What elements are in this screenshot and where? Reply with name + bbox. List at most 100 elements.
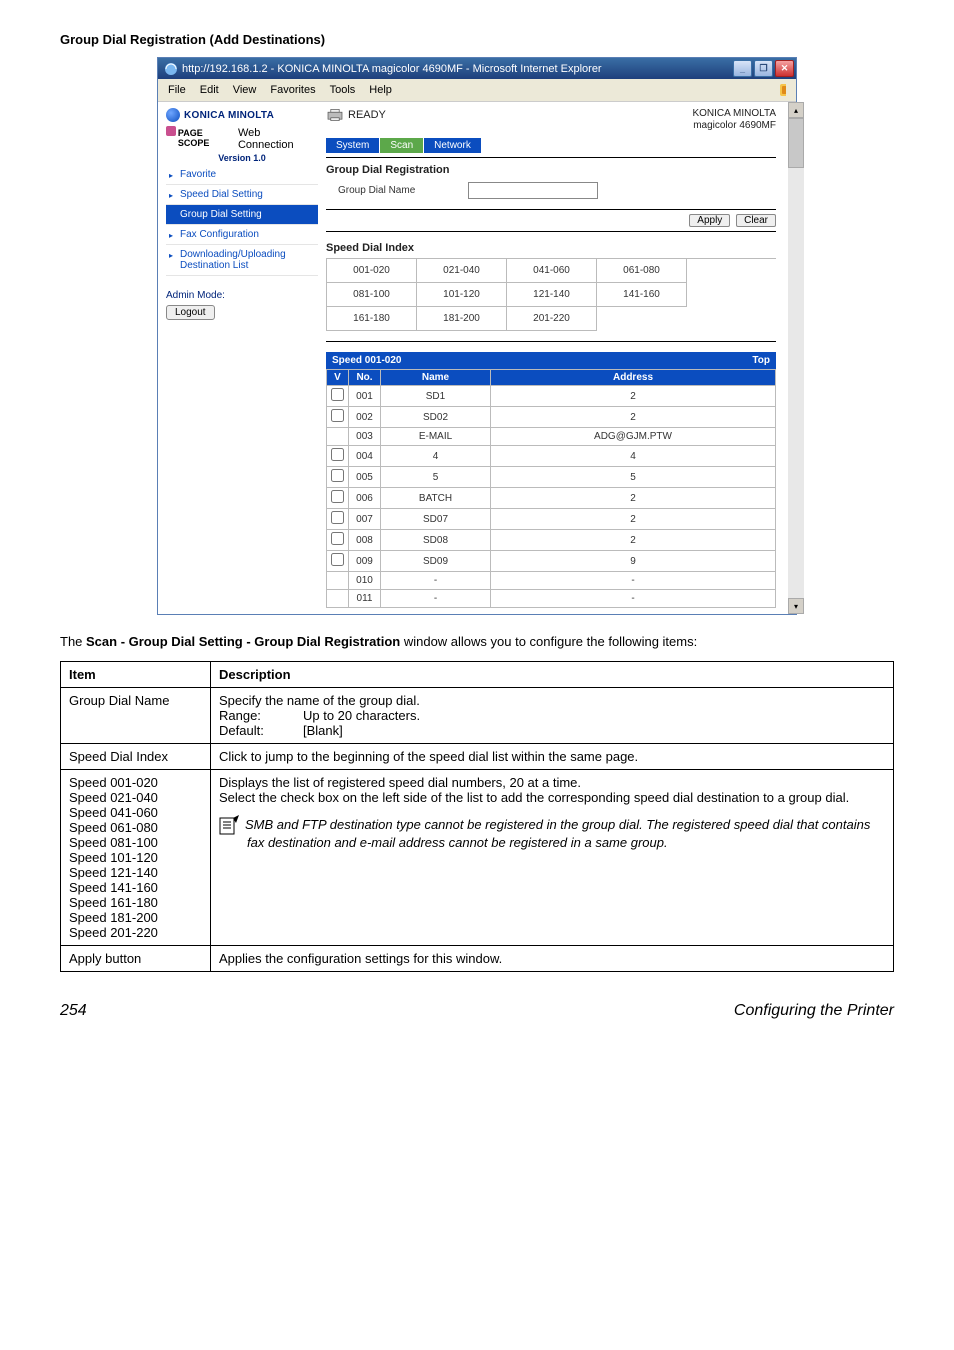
row-checkbox-cell bbox=[327, 509, 349, 530]
index-001-020[interactable]: 001-020 bbox=[327, 259, 417, 283]
desc-val-4: Applies the configuration settings for t… bbox=[211, 945, 894, 971]
nav-speed-dial-setting[interactable]: ▸Speed Dial Setting bbox=[166, 185, 318, 205]
menu-tools[interactable]: Tools bbox=[324, 83, 362, 97]
menu-file[interactable]: File bbox=[162, 83, 192, 97]
index-061-080[interactable]: 061-080 bbox=[597, 259, 687, 283]
group-dial-name-input[interactable] bbox=[468, 182, 598, 199]
tab-scan[interactable]: Scan bbox=[380, 138, 424, 153]
row-address: 4 bbox=[491, 446, 776, 467]
col-no: No. bbox=[349, 370, 381, 386]
row-name: BATCH bbox=[381, 488, 491, 509]
index-041-060[interactable]: 041-060 bbox=[507, 259, 597, 283]
row-no: 010 bbox=[349, 572, 381, 590]
row-name: SD1 bbox=[381, 386, 491, 407]
index-141-160[interactable]: 141-160 bbox=[597, 283, 687, 307]
menu-view[interactable]: View bbox=[227, 83, 263, 97]
row-name: E-MAIL bbox=[381, 428, 491, 446]
ie-title-text: http://192.168.1.2 - KONICA MINOLTA magi… bbox=[182, 63, 602, 75]
right-content-pane: ▴ ▾ READY KONICA MINOLTA magicolor 4690M… bbox=[320, 102, 804, 614]
page-number: 254 bbox=[60, 1002, 87, 1020]
table-row: 003E-MAILADG@GJM.PTW bbox=[327, 428, 776, 446]
r3-note: SMB and FTP destination type cannot be r… bbox=[245, 817, 870, 850]
tab-bar: System Scan Network bbox=[326, 138, 776, 153]
speed-range-item: Speed 041-060 bbox=[69, 805, 202, 820]
row-checkbox[interactable] bbox=[331, 469, 344, 482]
r1-range-v: Up to 20 characters. bbox=[303, 708, 420, 723]
nav-group-dial-setting[interactable]: Group Dial Setting bbox=[166, 205, 318, 225]
index-081-100[interactable]: 081-100 bbox=[327, 283, 417, 307]
desc-row-speed-dial-index: Speed Dial Index Click to jump to the be… bbox=[61, 743, 894, 769]
nav-group-dial-label: Group Dial Setting bbox=[180, 209, 262, 220]
nav-fax-configuration[interactable]: ▸Fax Configuration bbox=[166, 225, 318, 245]
row-checkbox-cell bbox=[327, 446, 349, 467]
menu-favorites[interactable]: Favorites bbox=[264, 83, 321, 97]
scroll-up-button[interactable]: ▴ bbox=[788, 102, 804, 118]
speed-dial-table: V No. Name Address 001SD12002SD022003E-M… bbox=[326, 369, 776, 608]
index-161-180[interactable]: 161-180 bbox=[327, 307, 417, 331]
row-no: 004 bbox=[349, 446, 381, 467]
page-footer: 254 Configuring the Printer bbox=[60, 998, 894, 1020]
row-checkbox-cell bbox=[327, 488, 349, 509]
col-v: V bbox=[327, 370, 349, 386]
speed-range-item: Speed 101-120 bbox=[69, 850, 202, 865]
desc-row-group-dial-name: Group Dial Name Specify the name of the … bbox=[61, 687, 894, 743]
row-checkbox[interactable] bbox=[331, 511, 344, 524]
tab-system[interactable]: System bbox=[326, 138, 380, 153]
scroll-down-button[interactable]: ▾ bbox=[788, 598, 804, 614]
row-checkbox-cell bbox=[327, 428, 349, 446]
top-link[interactable]: Top bbox=[752, 355, 770, 366]
index-121-140[interactable]: 121-140 bbox=[507, 283, 597, 307]
ie-menubar: File Edit View Favorites Tools Help bbox=[158, 79, 796, 102]
row-checkbox-cell bbox=[327, 407, 349, 428]
menu-help[interactable]: Help bbox=[363, 83, 398, 97]
ie-titlebar: http://192.168.1.2 - KONICA MINOLTA magi… bbox=[158, 58, 796, 79]
row-checkbox[interactable] bbox=[331, 448, 344, 461]
index-101-120[interactable]: 101-120 bbox=[417, 283, 507, 307]
row-checkbox[interactable] bbox=[331, 553, 344, 566]
row-name: 4 bbox=[381, 446, 491, 467]
group-dial-name-label: Group Dial Name bbox=[338, 185, 458, 196]
desc-row-speed-ranges: Speed 001-020Speed 021-040Speed 041-060 S… bbox=[61, 769, 894, 945]
index-021-040[interactable]: 021-040 bbox=[417, 259, 507, 283]
r3-line1: Displays the list of registered speed di… bbox=[219, 775, 885, 790]
intro-paragraph: The Scan - Group Dial Setting - Group Di… bbox=[60, 633, 894, 651]
row-no: 001 bbox=[349, 386, 381, 407]
table-row: 010-- bbox=[327, 572, 776, 590]
brand-text: KONICA MINOLTA bbox=[184, 110, 274, 121]
row-checkbox[interactable] bbox=[331, 532, 344, 545]
index-181-200[interactable]: 181-200 bbox=[417, 307, 507, 331]
nav-favorite[interactable]: ▸Favorite bbox=[166, 165, 318, 185]
apply-button[interactable]: Apply bbox=[689, 214, 730, 227]
table-row: 00555 bbox=[327, 467, 776, 488]
clear-button[interactable]: Clear bbox=[736, 214, 776, 227]
row-address: 2 bbox=[491, 386, 776, 407]
speed-table-header-bar: Speed 001-020 Top bbox=[326, 352, 776, 369]
row-no: 006 bbox=[349, 488, 381, 509]
window-maximize-button[interactable]: ❐ bbox=[754, 60, 773, 77]
desc-item-2: Speed Dial Index bbox=[61, 743, 211, 769]
menu-edit[interactable]: Edit bbox=[194, 83, 225, 97]
speed-range-item: Speed 081-100 bbox=[69, 835, 202, 850]
ie-window: http://192.168.1.2 - KONICA MINOLTA magi… bbox=[157, 57, 797, 615]
speed-range-item: Speed 141-160 bbox=[69, 880, 202, 895]
speed-range-item: Speed 001-020 bbox=[69, 775, 202, 790]
r1-default-k: Default: bbox=[219, 723, 279, 738]
row-address: 9 bbox=[491, 551, 776, 572]
para-prefix: The bbox=[60, 634, 86, 649]
row-checkbox[interactable] bbox=[331, 409, 344, 422]
scroll-thumb[interactable] bbox=[788, 118, 804, 168]
left-nav-list: ▸Favorite ▸Speed Dial Setting Group Dial… bbox=[166, 165, 318, 276]
nav-download-upload[interactable]: ▸Downloading/Uploading Destination List bbox=[166, 245, 318, 276]
desc-header-description: Description bbox=[211, 661, 894, 687]
tab-network[interactable]: Network bbox=[424, 138, 482, 153]
window-minimize-button[interactable]: _ bbox=[733, 60, 752, 77]
row-checkbox[interactable] bbox=[331, 388, 344, 401]
speed-range-item: Speed 021-040 bbox=[69, 790, 202, 805]
desc-header-item: Item bbox=[61, 661, 211, 687]
logout-button[interactable]: Logout bbox=[166, 305, 215, 320]
row-checkbox[interactable] bbox=[331, 490, 344, 503]
scrollbar[interactable]: ▴ ▾ bbox=[788, 102, 804, 614]
nav-download-upload-label: Downloading/Uploading Destination List bbox=[180, 249, 286, 271]
index-201-220[interactable]: 201-220 bbox=[507, 307, 597, 331]
window-close-button[interactable]: ✕ bbox=[775, 60, 794, 77]
